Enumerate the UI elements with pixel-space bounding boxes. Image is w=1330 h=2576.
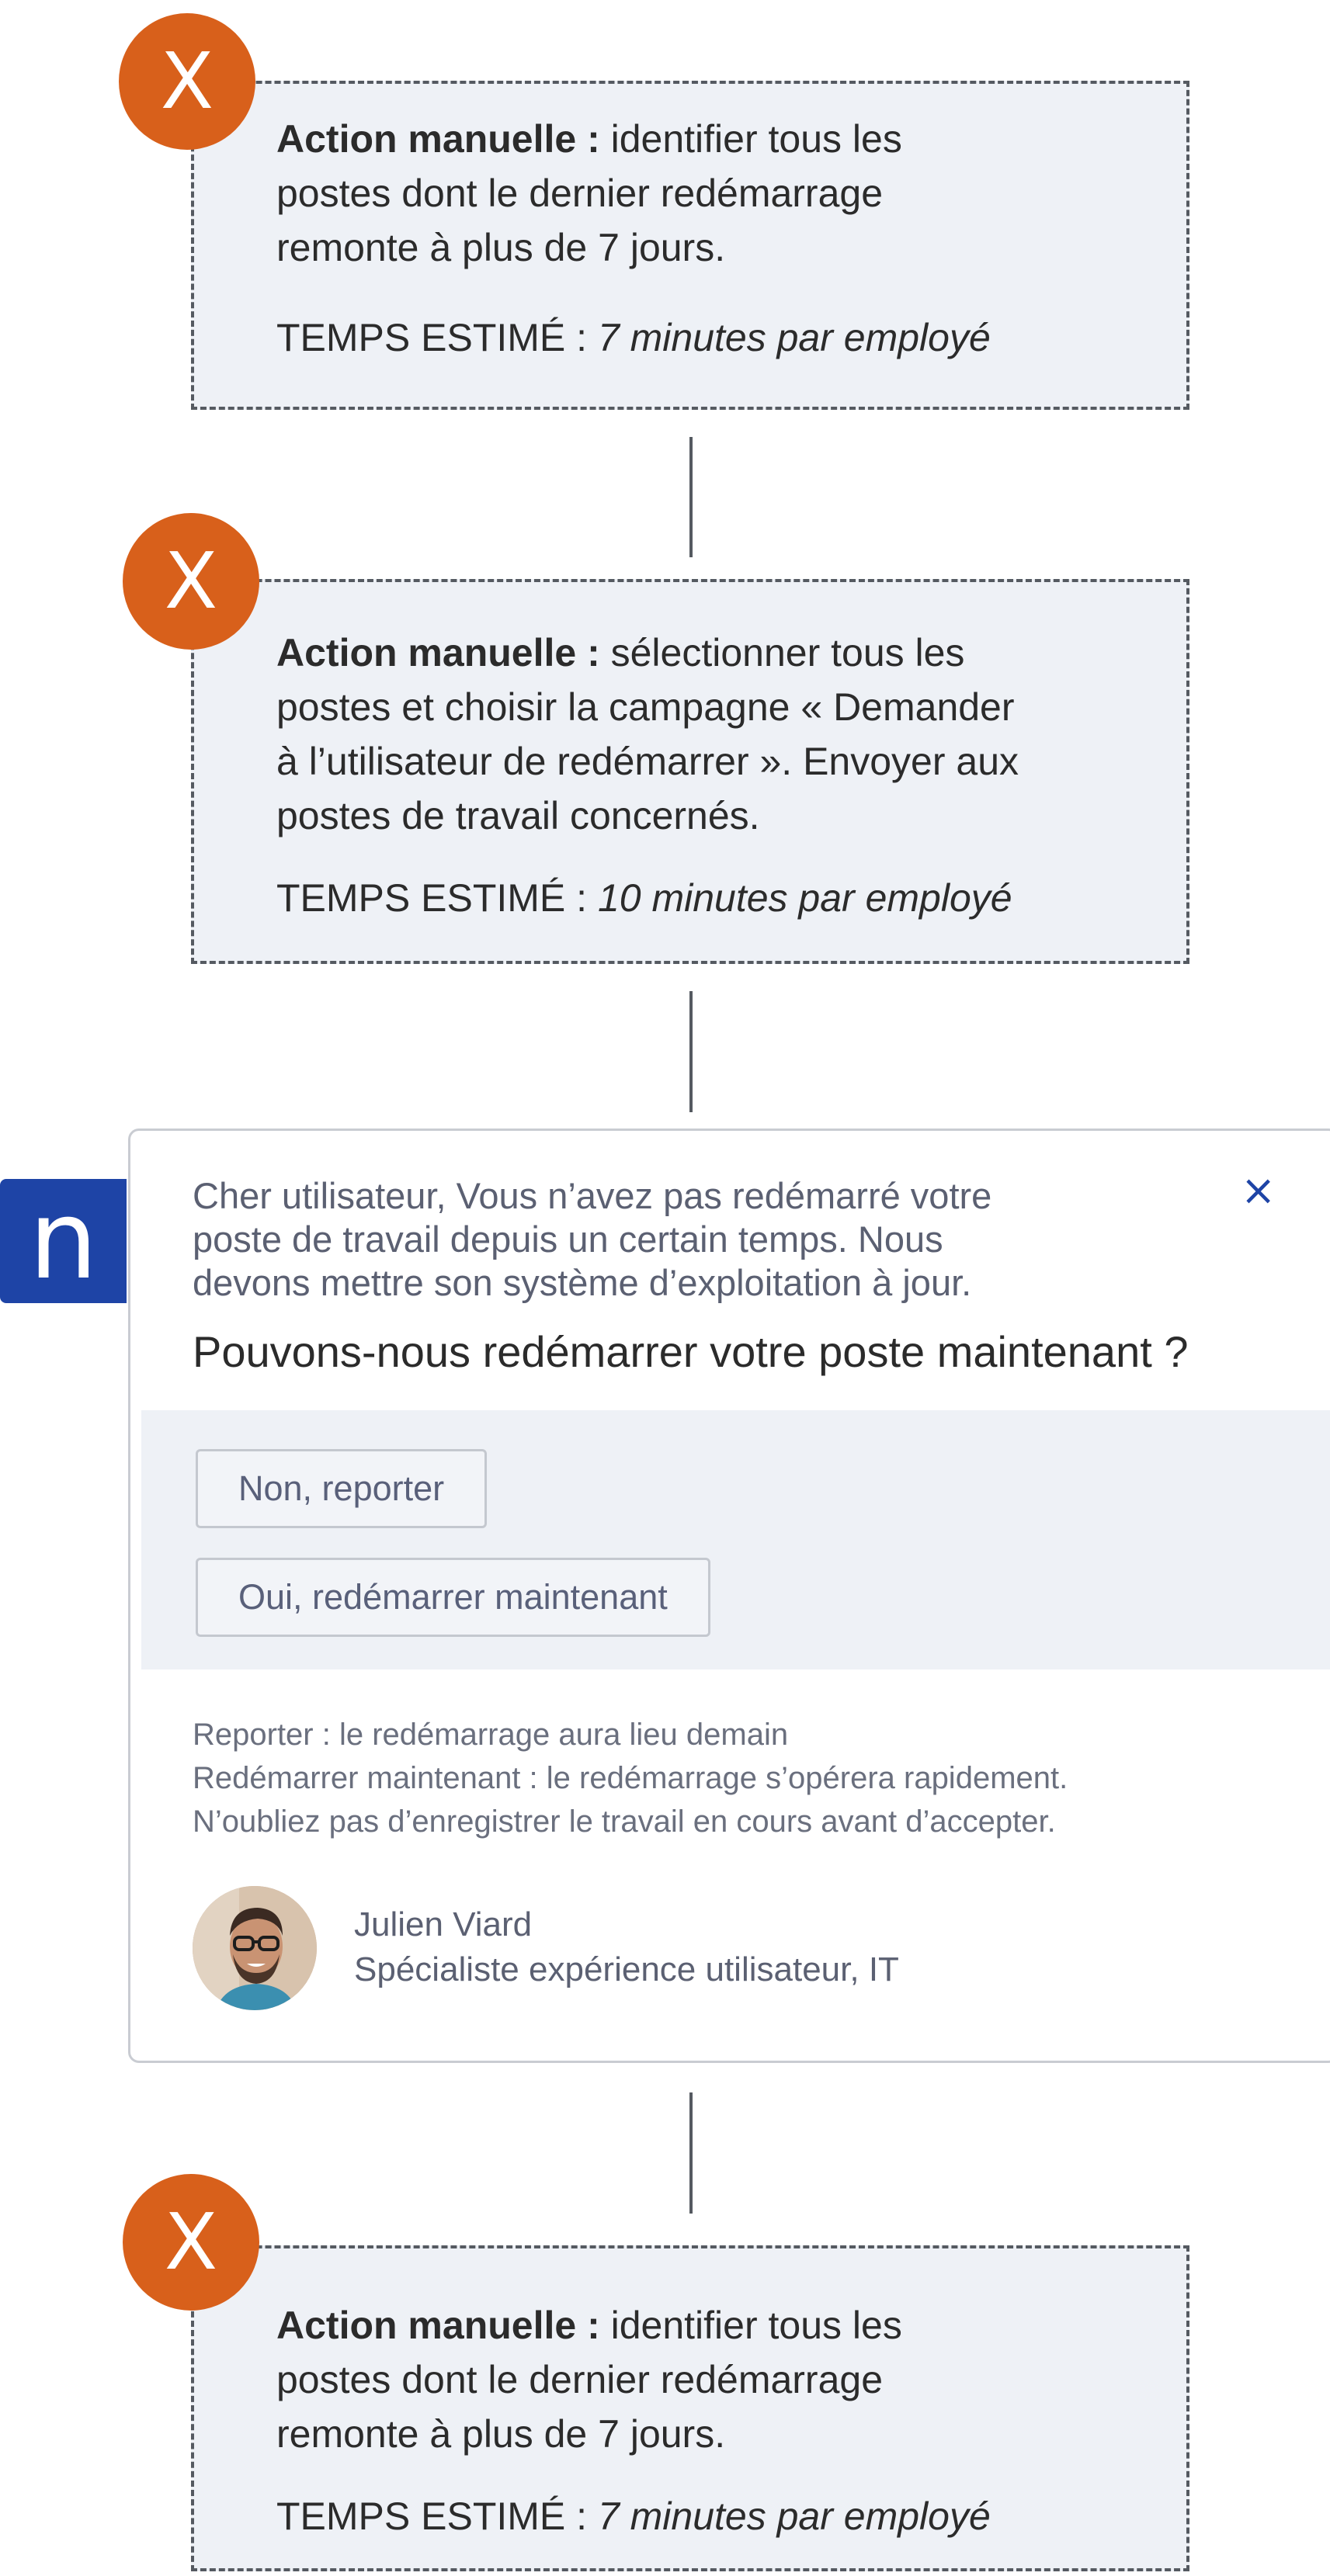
step-box-2: Action manuelle : sélectionner tous les … xyxy=(191,579,1189,964)
x-icon: X xyxy=(123,2174,259,2311)
x-icon: X xyxy=(123,513,259,650)
step-time-estimate: TEMPS ESTIMÉ : 7 minutes par employé xyxy=(276,316,991,359)
x-icon: X xyxy=(119,13,255,150)
close-icon[interactable]: × xyxy=(1241,1170,1276,1212)
connector-line-2 xyxy=(689,991,693,1112)
postpone-button[interactable]: Non, reporter xyxy=(196,1449,488,1528)
step-action-text: Action manuelle : sélectionner tous les … xyxy=(276,631,1019,837)
avatar xyxy=(193,1886,317,2010)
step-action-text: Action manuelle : identifier tous les po… xyxy=(276,2304,902,2456)
step-box-1: Action manuelle : identifier tous les po… xyxy=(191,81,1189,410)
avatar-portrait xyxy=(193,1886,317,2010)
notification-question: Pouvons-nous redémarrer votre poste main… xyxy=(193,1327,1189,1376)
notification-actions: Non, reporter Oui, redémarrer maintenant xyxy=(141,1410,1330,1669)
step-time-estimate: TEMPS ESTIMÉ : 7 minutes par employé xyxy=(276,2495,991,2538)
restart-now-button[interactable]: Oui, redémarrer maintenant xyxy=(196,1558,710,1637)
notification-message: Cher utilisateur, Vous n’avez pas redéma… xyxy=(193,1175,992,1303)
step-time-estimate: TEMPS ESTIMÉ : 10 minutes par employé xyxy=(276,876,1012,920)
connector-line-1 xyxy=(689,437,693,557)
step-action-text: Action manuelle : identifier tous les po… xyxy=(276,117,902,269)
sender-role: Spécialiste expérience utilisateur, IT xyxy=(354,1950,899,1988)
step-box-3: Action manuelle : identifier tous les po… xyxy=(191,2245,1189,2571)
notification-note: Reporter : le redémarrage aura lieu dema… xyxy=(193,1718,1068,1839)
sender-name: Julien Viard xyxy=(354,1905,533,1943)
connector-line-3 xyxy=(689,2092,693,2214)
notification-card: Cher utilisateur, Vous n’avez pas redéma… xyxy=(128,1129,1330,2063)
brand-logo-icon: n xyxy=(0,1179,127,1303)
